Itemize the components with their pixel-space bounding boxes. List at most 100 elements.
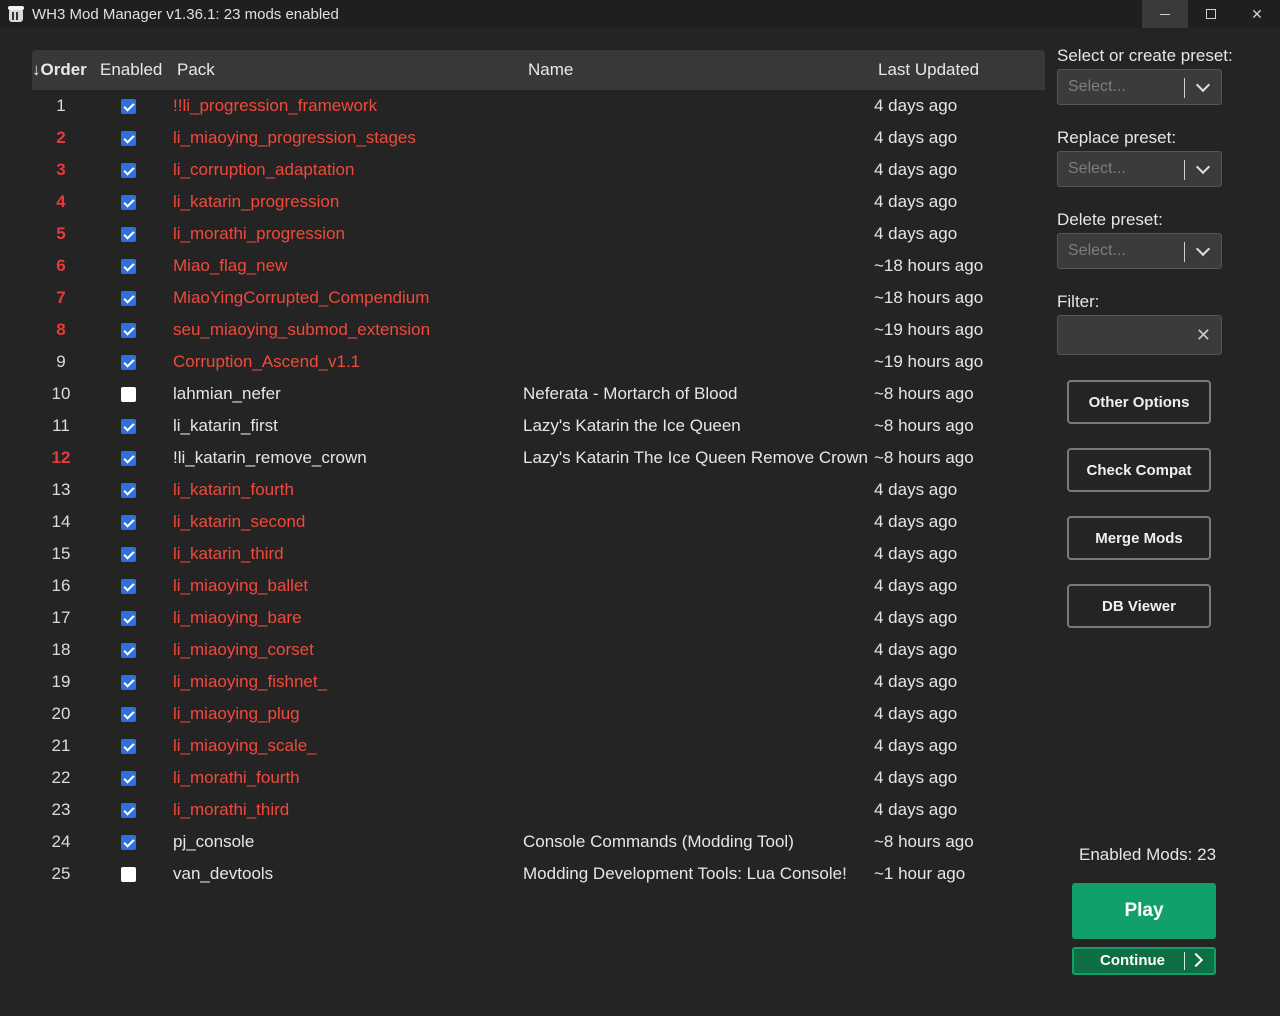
row-order: 17 [51, 608, 71, 627]
table-row[interactable]: 3 li_corruption_adaptation 4 days ago [32, 154, 1045, 186]
table-row[interactable]: 7 MiaoYingCorrupted_Compendium ~18 hours a… [32, 282, 1045, 314]
row-last-updated: ~18 hours ago [874, 256, 984, 275]
other-options-button[interactable]: Other Options [1067, 380, 1211, 424]
row-last-updated: ~19 hours ago [874, 352, 984, 371]
enabled-checkbox[interactable] [121, 771, 136, 786]
table-row[interactable]: 20 li_miaoying_plug 4 days ago [32, 698, 1045, 730]
row-name: Modding Development Tools: Lua Console! [523, 864, 847, 883]
enabled-checkbox[interactable] [121, 867, 136, 882]
row-last-updated: 4 days ago [874, 192, 958, 211]
delete-preset-label: Delete preset: [1057, 210, 1163, 229]
header-enabled[interactable]: Enabled [100, 50, 162, 90]
table-row[interactable]: 5 li_morathi_progression 4 days ago [32, 218, 1045, 250]
enabled-checkbox[interactable] [121, 739, 136, 754]
select-preset-dropdown[interactable]: Select... [1057, 69, 1222, 105]
enabled-checkbox[interactable] [121, 227, 136, 242]
replace-preset-label: Replace preset: [1057, 128, 1177, 147]
close-button[interactable]: ✕ [1234, 0, 1280, 28]
enabled-checkbox[interactable] [121, 131, 136, 146]
row-last-updated: 4 days ago [874, 576, 958, 595]
enabled-checkbox[interactable] [121, 547, 136, 562]
header-name[interactable]: Name [528, 50, 573, 90]
table-row[interactable]: 10 lahmian_nefer Neferata - Mortarch of Bl… [32, 378, 1045, 410]
row-name: Console Commands (Modding Tool) [523, 832, 794, 851]
row-order: 15 [51, 544, 71, 563]
enabled-checkbox[interactable] [121, 643, 136, 658]
enabled-checkbox[interactable] [121, 707, 136, 722]
table-row[interactable]: 12 !li_katarin_remove_crown Lazy's Katarin… [32, 442, 1045, 474]
row-order: 5 [56, 224, 66, 243]
row-order: 4 [56, 192, 66, 211]
enabled-checkbox[interactable] [121, 387, 136, 402]
row-order: 12 [51, 448, 71, 467]
play-button[interactable]: Play [1072, 883, 1216, 939]
enabled-checkbox[interactable] [121, 259, 136, 274]
enabled-checkbox[interactable] [121, 835, 136, 850]
table-row[interactable]: 15 li_katarin_third 4 days ago [32, 538, 1045, 570]
row-order: 11 [52, 416, 70, 435]
header-order[interactable]: ↓Order [32, 50, 87, 90]
row-order: 24 [51, 832, 71, 851]
table-row[interactable]: 11 li_katarin_first Lazy's Katarin the Ice… [32, 410, 1045, 442]
table-row[interactable]: 25 van_devtools Modding Development Tools:… [32, 858, 1045, 890]
enabled-mods-count: Enabled Mods: 23 [1079, 845, 1217, 864]
enabled-checkbox[interactable] [121, 419, 136, 434]
table-row[interactable]: 9 Corruption_Ascend_v1.1 ~19 hours ago [32, 346, 1045, 378]
window-title: WH3 Mod Manager v1.36.1: 23 mods enabled [32, 5, 339, 23]
check-compat-button[interactable]: Check Compat [1067, 448, 1211, 492]
row-order: 25 [51, 864, 71, 883]
table-row[interactable]: 8 seu_miaoying_submod_extension ~19 hours … [32, 314, 1045, 346]
enabled-checkbox[interactable] [121, 515, 136, 530]
chevron-down-icon[interactable] [1195, 241, 1211, 257]
table-row[interactable]: 19 li_miaoying_fishnet_ 4 days ago [32, 666, 1045, 698]
enabled-checkbox[interactable] [121, 323, 136, 338]
merge-mods-button[interactable]: Merge Mods [1067, 516, 1211, 560]
enabled-checkbox[interactable] [121, 675, 136, 690]
enabled-checkbox[interactable] [121, 355, 136, 370]
enabled-checkbox[interactable] [121, 163, 136, 178]
table-row[interactable]: 18 li_miaoying_corset 4 days ago [32, 634, 1045, 666]
chevron-down-icon[interactable] [1195, 77, 1211, 93]
enabled-checkbox[interactable] [121, 579, 136, 594]
table-row[interactable]: 24 pj_console Console Commands (Modding To… [32, 826, 1045, 858]
row-pack: lahmian_nefer [173, 384, 281, 403]
row-last-updated: ~8 hours ago [874, 384, 974, 403]
chevron-right-icon[interactable] [1188, 952, 1204, 968]
minimize-button[interactable] [1142, 0, 1188, 28]
table-row[interactable]: 13 li_katarin_fourth 4 days ago [32, 474, 1045, 506]
row-pack: li_miaoying_corset [173, 640, 314, 659]
chevron-down-icon[interactable] [1195, 159, 1211, 175]
filter-input[interactable]: ✕ [1057, 315, 1222, 355]
row-pack: !li_katarin_remove_crown [173, 448, 367, 467]
table-row[interactable]: 17 li_miaoying_bare 4 days ago [32, 602, 1045, 634]
enabled-checkbox[interactable] [121, 803, 136, 818]
enabled-checkbox[interactable] [121, 611, 136, 626]
table-row[interactable]: 22 li_morathi_fourth 4 days ago [32, 762, 1045, 794]
maximize-button[interactable] [1188, 0, 1234, 28]
continue-button[interactable]: Continue [1072, 947, 1216, 975]
enabled-checkbox[interactable] [121, 291, 136, 306]
enabled-checkbox[interactable] [121, 99, 136, 114]
header-last-updated[interactable]: Last Updated [878, 50, 979, 90]
replace-preset-dropdown[interactable]: Select... [1057, 151, 1222, 187]
table-row[interactable]: 16 li_miaoying_ballet 4 days ago [32, 570, 1045, 602]
row-last-updated: 4 days ago [874, 704, 958, 723]
enabled-checkbox[interactable] [121, 195, 136, 210]
db-viewer-button[interactable]: DB Viewer [1067, 584, 1211, 628]
header-pack[interactable]: Pack [177, 50, 215, 90]
row-last-updated: 4 days ago [874, 128, 958, 147]
table-row[interactable]: 14 li_katarin_second 4 days ago [32, 506, 1045, 538]
enabled-checkbox[interactable] [121, 483, 136, 498]
row-order: 23 [51, 800, 71, 819]
row-pack: van_devtools [173, 864, 274, 883]
enabled-checkbox[interactable] [121, 451, 136, 466]
table-row[interactable]: 2 li_miaoying_progression_stages 4 days ag… [32, 122, 1045, 154]
table-row[interactable]: 6 Miao_flag_new ~18 hours ago [32, 250, 1045, 282]
clear-filter-icon[interactable]: ✕ [1196, 324, 1211, 346]
table-row[interactable]: 23 li_morathi_third 4 days ago [32, 794, 1045, 826]
row-last-updated: 4 days ago [874, 640, 958, 659]
table-row[interactable]: 4 li_katarin_progression 4 days ago [32, 186, 1045, 218]
table-row[interactable]: 1 !!li_progression_framework 4 days ago [32, 90, 1045, 122]
table-row[interactable]: 21 li_miaoying_scale_ 4 days ago [32, 730, 1045, 762]
delete-preset-dropdown[interactable]: Select... [1057, 233, 1222, 269]
